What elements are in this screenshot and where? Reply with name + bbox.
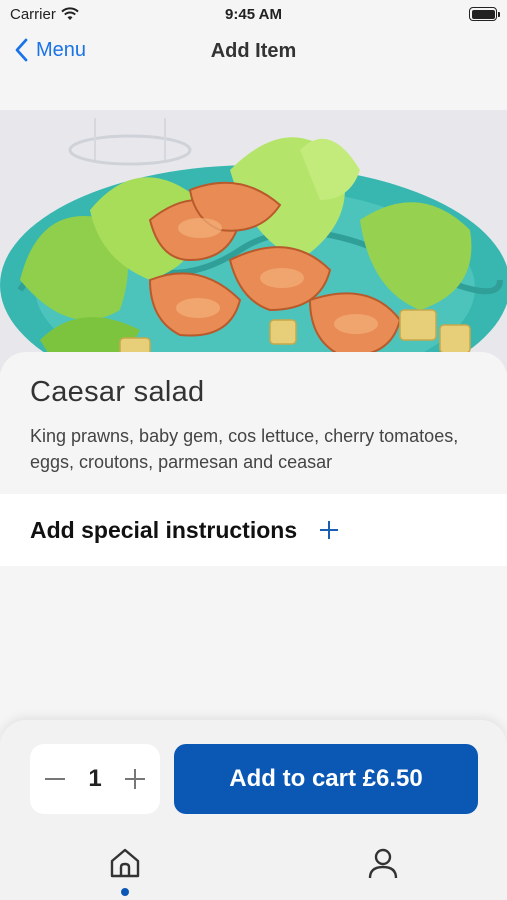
tab-profile[interactable] — [366, 846, 400, 880]
item-description: King prawns, baby gem, cos lettuce, cher… — [30, 426, 459, 472]
decrease-quantity-button[interactable] — [44, 768, 66, 790]
add-special-instructions-button[interactable]: Add special instructions — [0, 494, 507, 566]
item-image — [0, 110, 507, 372]
nav-bar: Menu Add Item — [0, 28, 507, 76]
plus-icon — [319, 520, 339, 540]
carrier-label: Carrier — [10, 5, 56, 23]
page-title: Add Item — [210, 40, 297, 62]
item-details-card: Caesar salad King prawns, baby gem, cos … — [0, 352, 507, 494]
home-icon — [110, 848, 140, 878]
quantity-stepper: 1 — [30, 744, 160, 814]
wifi-icon — [61, 7, 79, 20]
status-time: 9:45 AM — [225, 5, 282, 23]
person-icon — [368, 848, 398, 879]
bottom-sheet: 1 Add to cart £6.50 — [0, 720, 507, 900]
increase-quantity-button[interactable] — [124, 768, 146, 790]
tab-home[interactable] — [108, 846, 142, 880]
active-tab-indicator — [121, 888, 129, 896]
status-left: Carrier — [10, 6, 79, 23]
quantity-value: 1 — [88, 765, 102, 792]
add-to-cart-button[interactable]: Add to cart £6.50 — [174, 744, 478, 814]
status-bar: Carrier 9:45 AM — [0, 0, 507, 28]
item-title: Caesar salad — [30, 376, 205, 408]
battery-icon — [469, 7, 500, 21]
special-instructions-label: Add special instructions — [30, 516, 298, 543]
